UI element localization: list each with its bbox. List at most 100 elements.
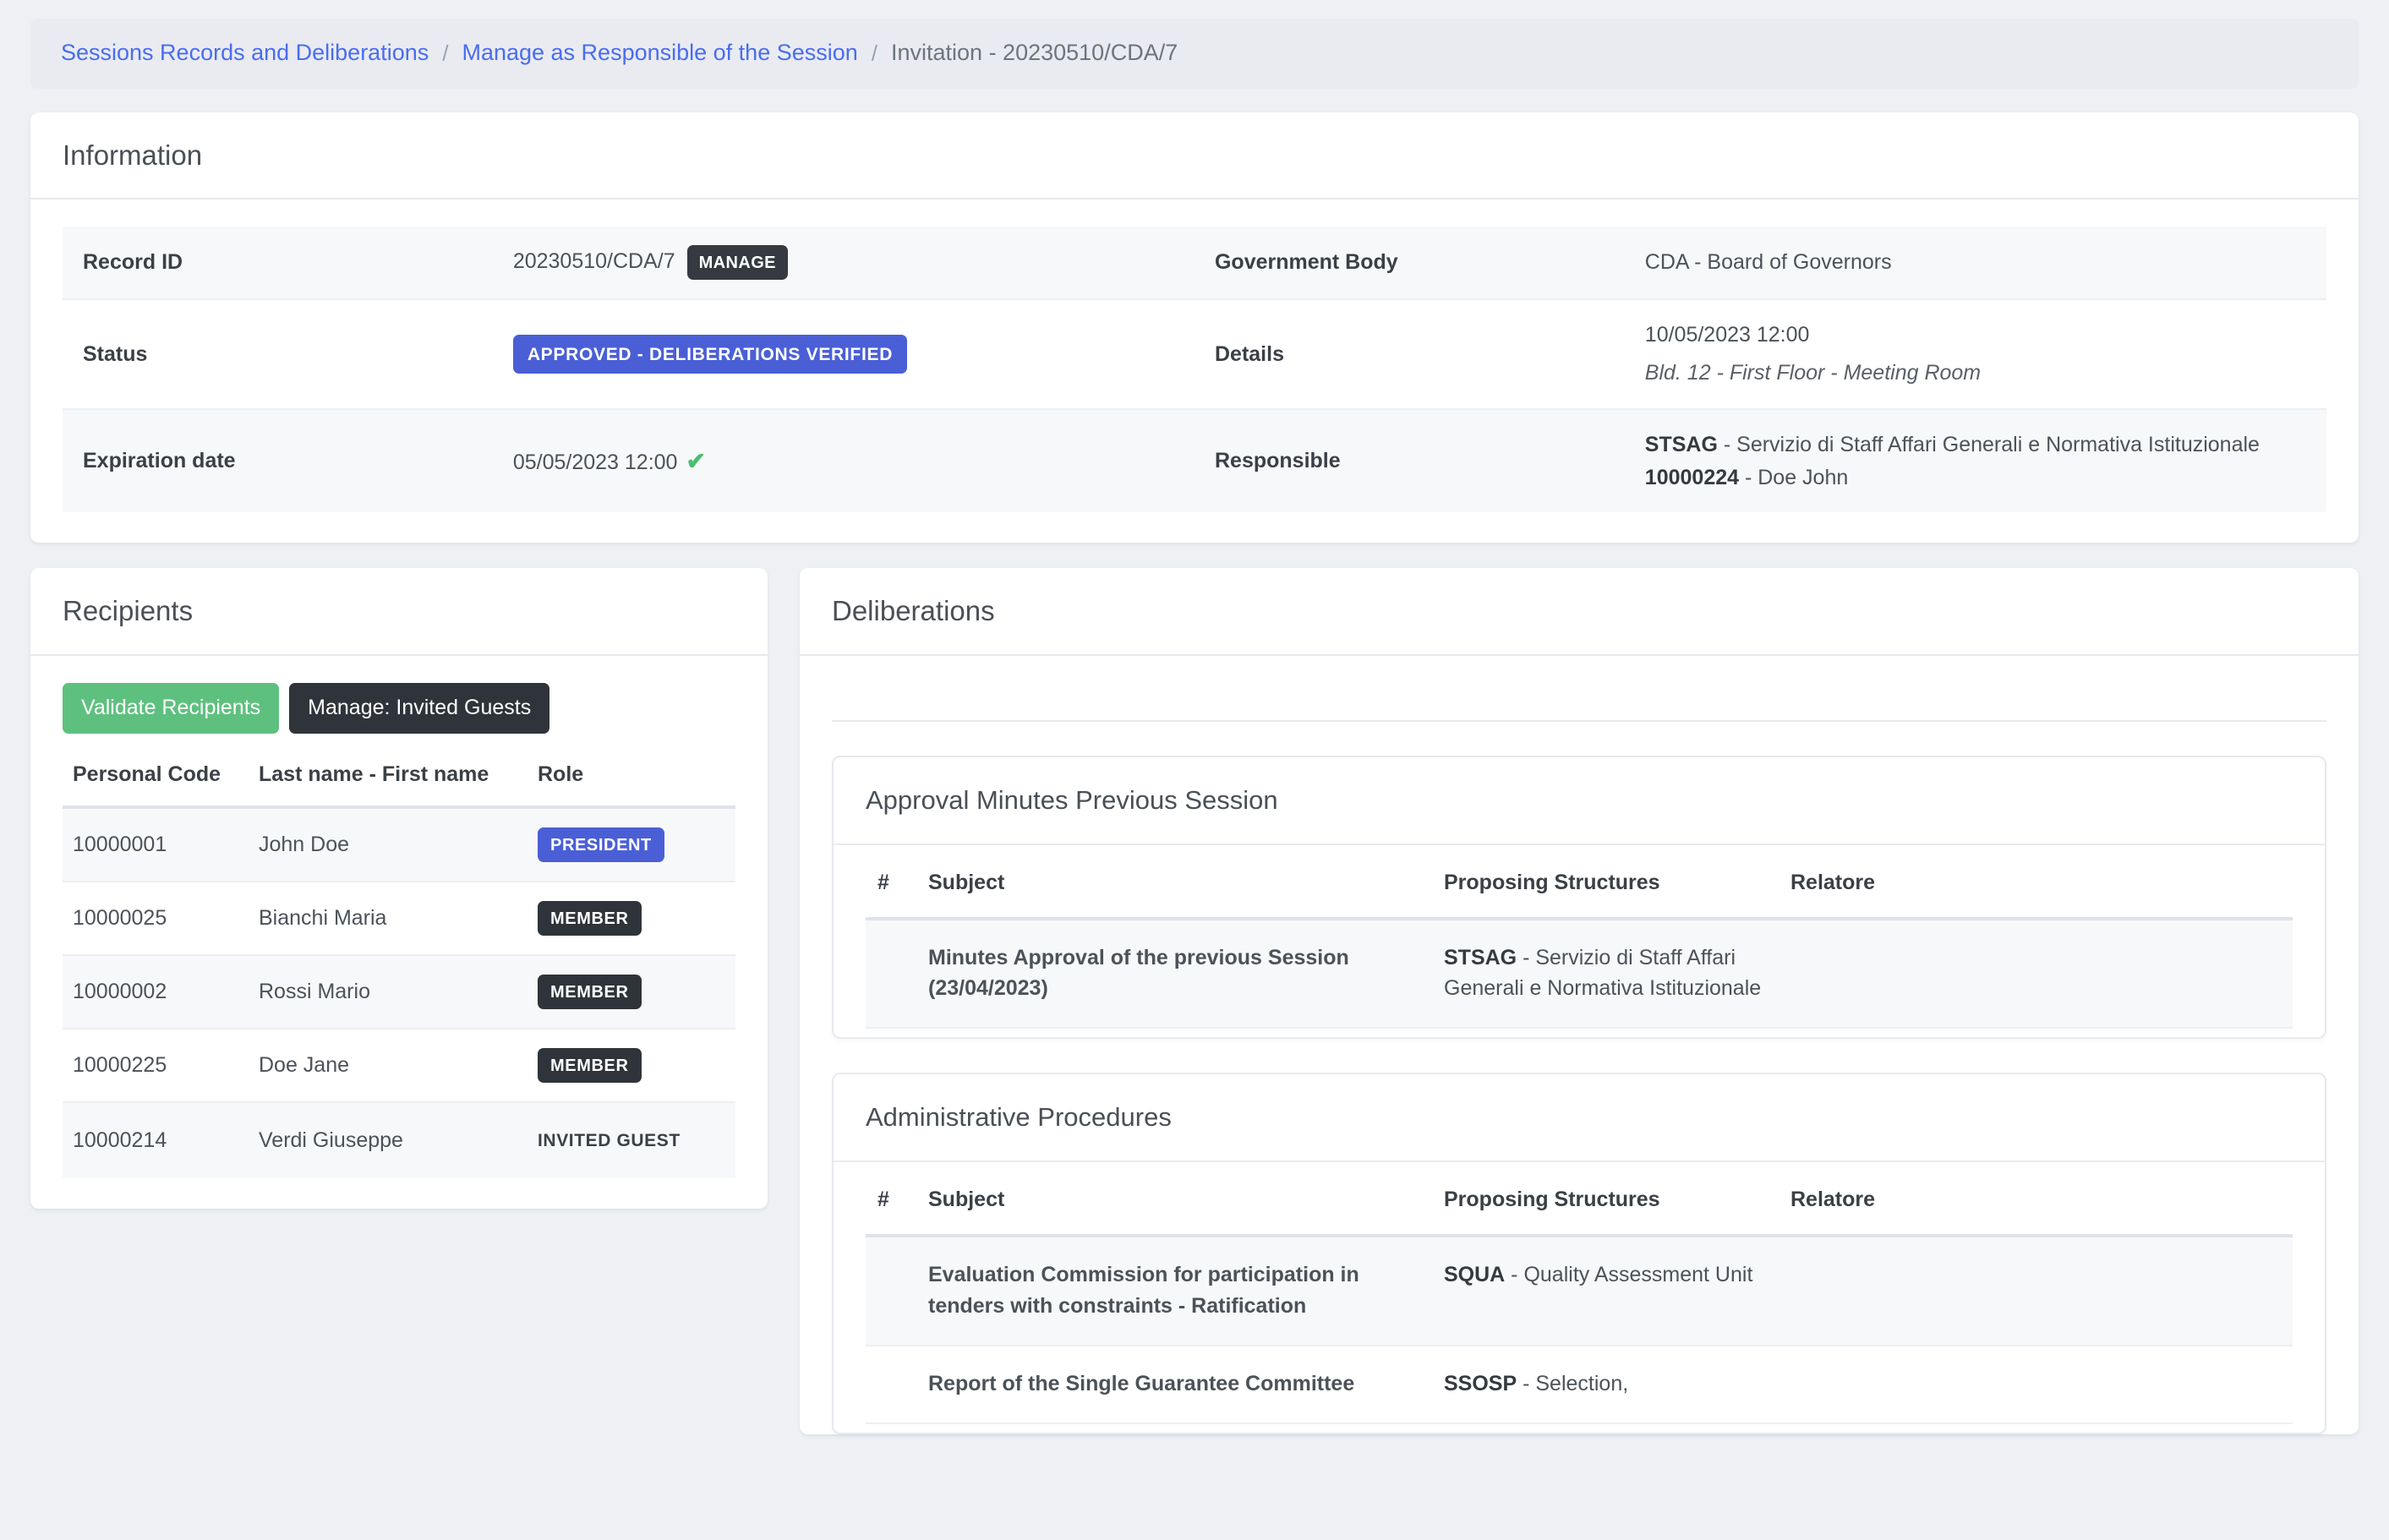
column-header-proposing-structures: Proposing Structures — [1432, 1162, 1779, 1238]
expiration-date-label: Expiration date — [63, 408, 493, 513]
recipients-panel: Recipients Validate Recipients Manage: I… — [30, 568, 768, 1209]
recipient-name: Bianchi Maria — [249, 881, 528, 956]
role-badge: MEMBER — [538, 900, 642, 936]
recipient-role-cell: MEMBER — [528, 954, 735, 1029]
details-location: Bld. 12 - First Floor - Meeting Room — [1644, 361, 1982, 385]
table-row[interactable]: Report of the Single Guarantee Committee… — [866, 1345, 2293, 1425]
table-row[interactable]: 10000001 John Doe PRESIDENT — [63, 806, 735, 882]
expiration-date-value: 05/05/2023 12:00 — [512, 450, 678, 474]
role-badge: MEMBER — [538, 974, 642, 1009]
role-badge: INVITED GUEST — [538, 1130, 681, 1150]
column-header-proposing-structures: Proposing Structures — [1432, 844, 1779, 920]
recipient-code: 10000002 — [63, 954, 249, 1029]
table-header-row: # Subject Proposing Structures Relatore — [866, 1162, 2293, 1238]
deliberation-section-approval-minutes: Approval Minutes Previous Session # Subj… — [832, 755, 2326, 1040]
record-id-value-cell: 20230510/CDA/7 MANAGE — [492, 227, 1194, 301]
recipients-title: Recipients — [63, 595, 194, 627]
deliberation-subject: Evaluation Commission for participation … — [916, 1236, 1432, 1346]
column-header-subject: Subject — [916, 844, 1432, 920]
table-row[interactable]: 10000225 Doe Jane MEMBER — [63, 1028, 735, 1103]
deliberation-section-body: # Subject Proposing Structures Relatore — [834, 1162, 2325, 1433]
status-badge: APPROVED - DELIBERATIONS VERIFIED — [512, 335, 908, 374]
deliberation-section-body: # Subject Proposing Structures Relatore — [834, 844, 2325, 1038]
column-header-number: # — [866, 844, 916, 920]
information-panel-header: Information — [30, 112, 2359, 200]
deliberation-number — [866, 918, 916, 1029]
information-panel-body: Record ID 20230510/CDA/7 MANAGE Governmen… — [30, 199, 2359, 543]
information-title: Information — [63, 139, 203, 171]
deliberation-subject: Minutes Approval of the previous Session… — [916, 918, 1432, 1029]
deliberations-panel-header: Deliberations — [800, 568, 2359, 656]
record-id-label: Record ID — [63, 227, 493, 301]
column-header-role: Role — [528, 762, 735, 809]
deliberation-section-header: Administrative Procedures — [834, 1074, 2325, 1163]
deliberation-structure: STSAG - Servizio di Staff Affari General… — [1432, 918, 1779, 1029]
manage-button[interactable]: MANAGE — [686, 245, 788, 281]
validate-recipients-button[interactable]: Validate Recipients — [63, 682, 280, 734]
deliberations-panel-body: Approval Minutes Previous Session # Subj… — [800, 656, 2359, 1435]
responsible-person-code: 10000224 — [1644, 465, 1740, 489]
breadcrumb-item-manage-responsible[interactable]: Manage as Responsible of the Session — [462, 41, 857, 64]
recipient-name: Verdi Giuseppe — [249, 1101, 528, 1178]
deliberation-relatore — [1779, 918, 2293, 1029]
column-header-number: # — [866, 1162, 916, 1238]
recipients-panel-header: Recipients — [30, 568, 768, 656]
breadcrumb-item-current: Invitation - 20230510/CDA/7 — [891, 40, 1178, 65]
deliberations-table: # Subject Proposing Structures Relatore — [866, 1162, 2293, 1425]
expiration-date-value-cell: 05/05/2023 12:00 ✔ — [492, 408, 1194, 513]
table-row[interactable]: 10000214 Verdi Giuseppe INVITED GUEST — [63, 1101, 735, 1178]
government-body-value: CDA - Board of Governors — [1624, 227, 2326, 301]
breadcrumb-separator: / — [442, 40, 449, 66]
recipient-role-cell: INVITED GUEST — [528, 1101, 735, 1178]
table-row[interactable]: 10000025 Bianchi Maria MEMBER — [63, 881, 735, 956]
responsible-person-name: - Doe John — [1739, 465, 1849, 489]
responsible-label: Responsible — [1194, 408, 1625, 513]
table-row[interactable]: Evaluation Commission for participation … — [866, 1236, 2293, 1346]
deliberation-relatore — [1779, 1236, 2293, 1346]
column-header-relatore: Relatore — [1779, 844, 2293, 920]
table-row[interactable]: Minutes Approval of the previous Session… — [866, 918, 2293, 1029]
deliberations-table: # Subject Proposing Structures Relatore — [866, 844, 2293, 1029]
table-header-row: # Subject Proposing Structures Relatore — [866, 844, 2293, 920]
column-header-personal-code: Personal Code — [63, 762, 249, 809]
deliberation-structure: SSOSP - Selection, — [1432, 1345, 1779, 1425]
government-body-label: Government Body — [1194, 227, 1625, 301]
status-value-cell: APPROVED - DELIBERATIONS VERIFIED — [492, 299, 1194, 410]
responsible-value-cell: STSAG - Servizio di Staff Affari General… — [1624, 408, 2326, 513]
deliberation-relatore — [1779, 1345, 2293, 1425]
table-row[interactable]: 10000002 Rossi Mario MEMBER — [63, 954, 735, 1029]
responsible-person: 10000224 - Doe John — [1645, 461, 2306, 494]
manage-invited-guests-button[interactable]: Manage: Invited Guests — [289, 682, 550, 734]
table-row: Status APPROVED - DELIBERATIONS VERIFIED… — [63, 299, 2326, 410]
breadcrumb: Sessions Records and Deliberations / Man… — [30, 19, 2359, 89]
breadcrumb-separator: / — [871, 40, 877, 66]
deliberations-column: Deliberations Approval Minutes Previous … — [800, 568, 2359, 1435]
recipient-role-cell: MEMBER — [528, 881, 735, 956]
table-row: Expiration date 05/05/2023 12:00 ✔ Respon… — [63, 408, 2326, 513]
breadcrumb-item-sessions-records[interactable]: Sessions Records and Deliberations — [61, 41, 429, 64]
recipient-role-cell: MEMBER — [528, 1028, 735, 1103]
structure-code: SQUA — [1444, 1263, 1506, 1287]
deliberation-structure: SQUA - Quality Assessment Unit — [1432, 1236, 1779, 1346]
deliberation-number — [866, 1345, 916, 1425]
role-badge: PRESIDENT — [538, 827, 664, 862]
role-badge: MEMBER — [538, 1047, 642, 1083]
column-header-relatore: Relatore — [1779, 1162, 2293, 1238]
structure-code: STSAG — [1444, 945, 1517, 969]
recipient-name: John Doe — [249, 806, 528, 882]
structure-code: SSOSP — [1444, 1371, 1517, 1395]
table-header-row: Personal Code Last name - First name Rol… — [63, 762, 735, 809]
details-label: Details — [1194, 299, 1625, 410]
recipients-action-bar: Validate Recipients Manage: Invited Gues… — [63, 682, 735, 734]
status-label: Status — [63, 299, 493, 410]
structure-name: - Quality Assessment Unit — [1505, 1263, 1753, 1287]
structure-name: - Selection, — [1517, 1371, 1629, 1395]
deliberation-section-administrative-procedures: Administrative Procedures # Subject Prop… — [832, 1073, 2326, 1435]
responsible-structure-name: - Servizio di Staff Affari Generali e No… — [1717, 432, 2260, 456]
deliberation-section-title: Administrative Procedures — [866, 1102, 1172, 1133]
recipient-role-cell: PRESIDENT — [528, 806, 735, 882]
table-row: Record ID 20230510/CDA/7 MANAGE Governmen… — [63, 227, 2326, 301]
page-root: Sessions Records and Deliberations / Man… — [0, 19, 2389, 1540]
recipient-code: 10000214 — [63, 1101, 249, 1178]
main-columns: Recipients Validate Recipients Manage: I… — [30, 568, 2359, 1435]
